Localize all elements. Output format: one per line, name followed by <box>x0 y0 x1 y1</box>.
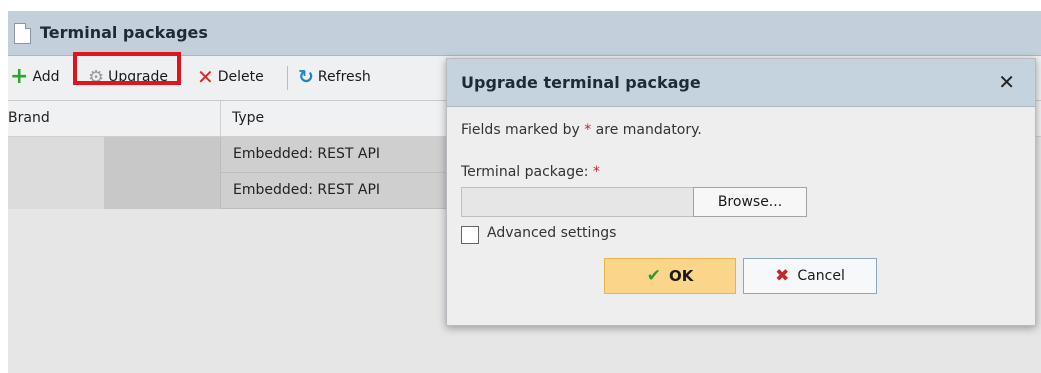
ok-button-label: OK <box>668 267 694 285</box>
terminal-package-label: Terminal package: * <box>461 164 600 180</box>
terminal-package-file-field[interactable] <box>461 187 697 217</box>
table-row[interactable]: Embedded: REST API <box>8 137 448 173</box>
checkmark-icon: ✔ <box>646 266 661 286</box>
advanced-settings-label[interactable]: Advanced settings <box>487 225 616 241</box>
brand-cell <box>8 173 104 209</box>
table-row[interactable]: Embedded: REST API <box>8 173 448 209</box>
type-cell-text: Embedded: REST API <box>233 146 381 162</box>
refresh-button-label: Refresh <box>317 69 371 85</box>
refresh-icon: ↻ <box>298 66 314 88</box>
delete-button-label: Delete <box>217 69 264 85</box>
brand-cell-rest <box>104 137 220 173</box>
brand-cell <box>8 137 104 173</box>
dialog-header: Upgrade terminal package ✕ <box>447 59 1035 107</box>
note-suffix: are mandatory. <box>591 122 702 138</box>
browse-button[interactable]: Browse... <box>693 187 807 217</box>
field-label-text: Terminal package: <box>461 164 593 180</box>
mandatory-note: Fields marked by * are mandatory. <box>461 122 702 138</box>
add-button[interactable]: + Add <box>10 64 60 90</box>
refresh-button[interactable]: ↻ Refresh <box>298 64 371 90</box>
column-separator <box>220 101 221 136</box>
dialog-body: Fields marked by * are mandatory. Termin… <box>447 107 1035 325</box>
brand-cell-rest <box>104 173 220 209</box>
column-header-brand[interactable]: Brand <box>8 110 50 126</box>
cancel-button[interactable]: ✖ Cancel <box>743 258 877 294</box>
type-cell-text: Embedded: REST API <box>233 182 381 198</box>
document-icon <box>14 23 31 44</box>
x-icon: ✕ <box>197 65 214 89</box>
required-star: * <box>592 164 600 180</box>
panel-title: Terminal packages <box>40 23 208 42</box>
upgrade-highlight-box <box>73 52 181 85</box>
x-icon: ✖ <box>775 266 790 286</box>
plus-icon: + <box>10 64 29 89</box>
add-button-label: Add <box>32 69 60 85</box>
dialog-title: Upgrade terminal package <box>461 73 701 92</box>
close-icon[interactable]: ✕ <box>998 70 1015 94</box>
column-header-type[interactable]: Type <box>232 110 264 126</box>
upgrade-terminal-package-dialog: Upgrade terminal package ✕ Fields marked… <box>446 58 1036 326</box>
type-cell: Embedded: REST API <box>220 173 448 209</box>
note-prefix: Fields marked by <box>461 122 585 138</box>
panel-titlebar: Terminal packages <box>8 11 1041 56</box>
advanced-settings-checkbox[interactable] <box>461 226 479 244</box>
cancel-button-label: Cancel <box>797 268 845 284</box>
delete-button[interactable]: ✕ Delete <box>197 64 264 90</box>
toolbar-separator <box>287 66 288 90</box>
ok-button[interactable]: ✔ OK <box>604 258 736 294</box>
type-cell: Embedded: REST API <box>220 137 448 173</box>
